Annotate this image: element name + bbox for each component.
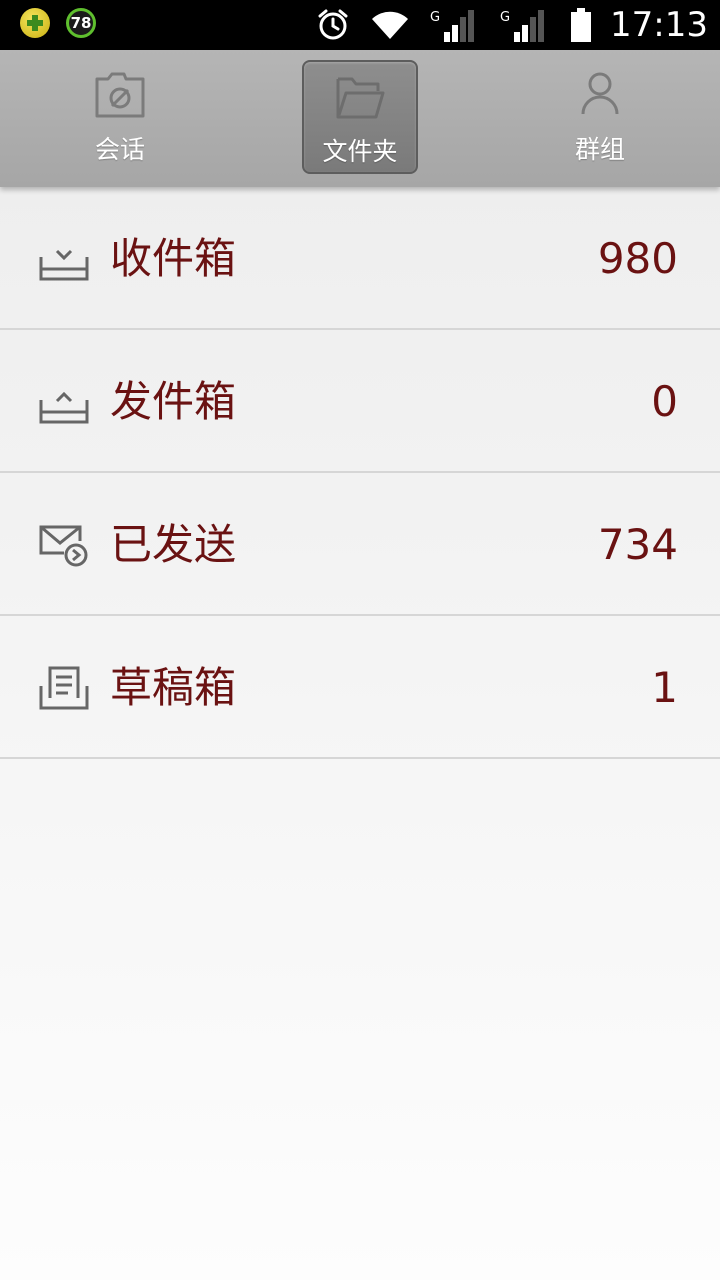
wifi-icon [370,9,410,41]
folder-icon [334,70,386,122]
outbox-icon [38,378,90,426]
person-icon [574,68,626,120]
alarm-icon [316,8,350,42]
tab-conversations[interactable]: 会话 [62,60,178,174]
folder-label: 草稿箱 [110,663,237,712]
folder-label: 已发送 [110,520,237,569]
clock: 17:13 [610,5,708,45]
folder-count: 734 [597,520,678,569]
tab-label: 群组 [574,135,625,164]
folder-label: 发件箱 [110,377,237,426]
folder-count: 980 [597,234,678,283]
folder-row-drafts[interactable]: 草稿箱 1 [0,616,720,759]
tab-bar: 会话 文件夹 群组 [0,50,720,187]
signal-icon: G [430,8,480,42]
folder-count: 1 [651,663,678,712]
tab-label: 会话 [94,135,145,164]
folder-row-inbox[interactable]: 收件箱 980 [0,187,720,330]
folder-count: 0 [651,377,678,426]
conversation-icon [94,68,146,120]
cleaner-badge-icon: 78 [66,8,96,38]
folder-row-sent[interactable]: 已发送 734 [0,473,720,616]
status-bar: 78 G G 17:13 [0,0,720,50]
signal-icon-2: G [500,8,550,42]
signal-label-2: G [500,10,510,25]
notification-icons: 78 [20,8,96,38]
tab-folders[interactable]: 文件夹 [302,60,418,174]
battery-icon [570,8,592,42]
folder-list: 收件箱 980 发件箱 0 已发送 734 草稿箱 1 [0,187,720,759]
app-plus-icon [20,8,50,38]
system-icons: G G 17:13 [296,5,708,45]
drafts-icon [38,664,90,712]
folder-label: 收件箱 [110,234,237,283]
folder-row-outbox[interactable]: 发件箱 0 [0,330,720,473]
inbox-icon [38,235,90,283]
tab-groups[interactable]: 群组 [542,60,658,174]
badge-number: 78 [70,14,92,32]
tab-label: 文件夹 [322,137,398,166]
sent-icon [38,521,90,569]
signal-label: G [430,10,440,25]
